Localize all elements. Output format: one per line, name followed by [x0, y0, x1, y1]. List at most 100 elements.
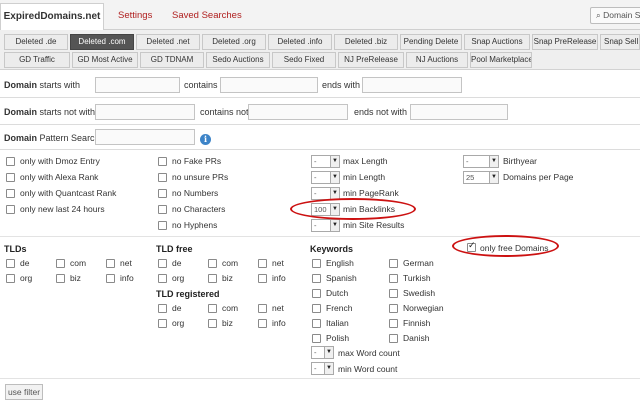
tab-deleted-com[interactable]: Deleted .com — [70, 34, 134, 50]
contains-not-input[interactable] — [248, 104, 348, 120]
min-length-value: - — [314, 173, 317, 182]
no-hyphens-checkbox[interactable] — [158, 221, 167, 230]
max-word-count-select[interactable]: - ▼ — [311, 346, 334, 359]
tab-deleted-net[interactable]: Deleted .net — [136, 34, 200, 50]
tld-org-label: org — [20, 273, 33, 283]
use-filter-button[interactable]: use filter — [5, 384, 43, 400]
tab-deleted-de[interactable]: Deleted .de — [4, 34, 68, 50]
quantcast-checkbox[interactable] — [6, 189, 15, 198]
highlight-ellipse-free-domains — [452, 235, 559, 257]
max-length-label: max Length — [343, 156, 388, 166]
tab-gd-traffic[interactable]: GD Traffic — [4, 52, 70, 68]
tld-free-biz-checkbox[interactable] — [208, 274, 217, 283]
tld-org-checkbox[interactable] — [6, 274, 15, 283]
tld-biz-checkbox[interactable] — [56, 274, 65, 283]
tld-info-checkbox[interactable] — [106, 274, 115, 283]
tld-de-checkbox[interactable] — [6, 259, 15, 268]
kw-polish-checkbox[interactable] — [312, 334, 321, 343]
tld-reg-biz-checkbox[interactable] — [208, 319, 217, 328]
tld-free-info-checkbox[interactable] — [258, 274, 267, 283]
tab-pool-marketplace[interactable]: Pool Marketplace — [470, 52, 532, 68]
starts-not-with-input[interactable] — [95, 104, 195, 120]
kw-spanish-checkbox[interactable] — [312, 274, 321, 283]
pattern-search-input[interactable] — [95, 129, 195, 145]
kw-finnish-checkbox[interactable] — [389, 319, 398, 328]
tld-reg-info-checkbox[interactable] — [258, 319, 267, 328]
min-site-results-select[interactable]: - ▼ — [311, 219, 340, 232]
tab-deleted-info[interactable]: Deleted .info — [268, 34, 332, 50]
tab-deleted-org[interactable]: Deleted .org — [202, 34, 266, 50]
info-icon[interactable]: i — [200, 134, 211, 145]
min-word-count-select[interactable]: - ▼ — [311, 362, 334, 375]
tab-snap-sell[interactable]: Snap Sell — [600, 34, 640, 50]
chevron-down-icon: ▼ — [324, 363, 333, 374]
tld-reg-net-checkbox[interactable] — [258, 304, 267, 313]
new-24h-checkbox[interactable] — [6, 205, 15, 214]
kw-french-checkbox[interactable] — [312, 304, 321, 313]
tab-deleted-biz[interactable]: Deleted .biz — [334, 34, 398, 50]
no-unsure-prs-checkbox[interactable] — [158, 173, 167, 182]
tab-sedo-auctions[interactable]: Sedo Auctions — [206, 52, 270, 68]
domains-per-page-select[interactable]: 25 ▼ — [463, 171, 499, 184]
contains-not-label: contains not — [200, 107, 249, 117]
max-length-select[interactable]: - ▼ — [311, 155, 340, 168]
tld-reg-org-checkbox[interactable] — [158, 319, 167, 328]
tab-nj-prerelease[interactable]: NJ PreRelease — [338, 52, 404, 68]
tab-snap-auctions[interactable]: Snap Auctions — [464, 34, 530, 50]
birthyear-select[interactable]: - ▼ — [463, 155, 499, 168]
tld-com-checkbox[interactable] — [56, 259, 65, 268]
domains-per-page-value: 25 — [466, 173, 475, 182]
kw-danish-label: Danish — [403, 333, 430, 343]
kw-danish-checkbox[interactable] — [389, 334, 398, 343]
starts-with-input[interactable] — [95, 77, 180, 93]
min-length-select[interactable]: - ▼ — [311, 171, 340, 184]
tab-pending-delete[interactable]: Pending Delete — [400, 34, 462, 50]
kw-polish-label: Polish — [326, 333, 350, 343]
dmoz-checkbox[interactable] — [6, 157, 15, 166]
kw-turkish-checkbox[interactable] — [389, 274, 398, 283]
no-numbers-checkbox[interactable] — [158, 189, 167, 198]
kw-english-checkbox[interactable] — [312, 259, 321, 268]
no-characters-checkbox[interactable] — [158, 205, 167, 214]
tld-free-com-checkbox[interactable] — [208, 259, 217, 268]
tld-free-biz-label: biz — [222, 273, 233, 283]
kw-dutch-label: Dutch — [326, 288, 349, 298]
tld-free-net-label: net — [272, 258, 284, 268]
ends-not-with-input[interactable] — [410, 104, 508, 120]
ends-with-input[interactable] — [362, 77, 462, 93]
tab-snap-prerelease[interactable]: Snap PreRelease — [532, 34, 598, 50]
tld-net-checkbox[interactable] — [106, 259, 115, 268]
alexa-label: only with Alexa Rank — [20, 172, 99, 182]
brand-tab[interactable]: ExpiredDomains.net — [0, 3, 104, 30]
tab-sedo-fixed[interactable]: Sedo Fixed — [272, 52, 336, 68]
ends-with-label: ends with — [322, 80, 361, 90]
kw-italian-checkbox[interactable] — [312, 319, 321, 328]
tld-reg-biz-label: biz — [222, 318, 233, 328]
tab-nj-auctions[interactable]: NJ Auctions — [406, 52, 468, 68]
tab-gd-most-active[interactable]: GD Most Active — [72, 52, 138, 68]
saved-searches-link[interactable]: Saved Searches — [172, 10, 242, 21]
tld-info-label: info — [120, 273, 134, 283]
alexa-checkbox[interactable] — [6, 173, 15, 182]
domain-search-button[interactable]: ⌕ Domain S — [590, 7, 640, 24]
chevron-down-icon: ▼ — [324, 347, 333, 358]
tld-free-org-checkbox[interactable] — [158, 274, 167, 283]
tld-free-net-checkbox[interactable] — [258, 259, 267, 268]
ends-not-with-label: ends not with — [354, 107, 408, 117]
tld-reg-com-checkbox[interactable] — [208, 304, 217, 313]
kw-norwegian-checkbox[interactable] — [389, 304, 398, 313]
tld-reg-de-checkbox[interactable] — [158, 304, 167, 313]
max-word-count-label: max Word count — [338, 348, 400, 358]
no-numbers-label: no Numbers — [172, 188, 219, 198]
kw-german-checkbox[interactable] — [389, 259, 398, 268]
kw-dutch-checkbox[interactable] — [312, 289, 321, 298]
settings-link[interactable]: Settings — [118, 10, 152, 21]
contains-input[interactable] — [220, 77, 318, 93]
tab-gd-tdnam[interactable]: GD TDNAM — [140, 52, 204, 68]
no-unsure-prs-label: no unsure PRs — [172, 172, 229, 182]
chevron-down-icon: ▼ — [489, 156, 498, 167]
no-fake-prs-checkbox[interactable] — [158, 157, 167, 166]
tld-reg-org-label: org — [172, 318, 185, 328]
kw-swedish-checkbox[interactable] — [389, 289, 398, 298]
tld-free-de-checkbox[interactable] — [158, 259, 167, 268]
